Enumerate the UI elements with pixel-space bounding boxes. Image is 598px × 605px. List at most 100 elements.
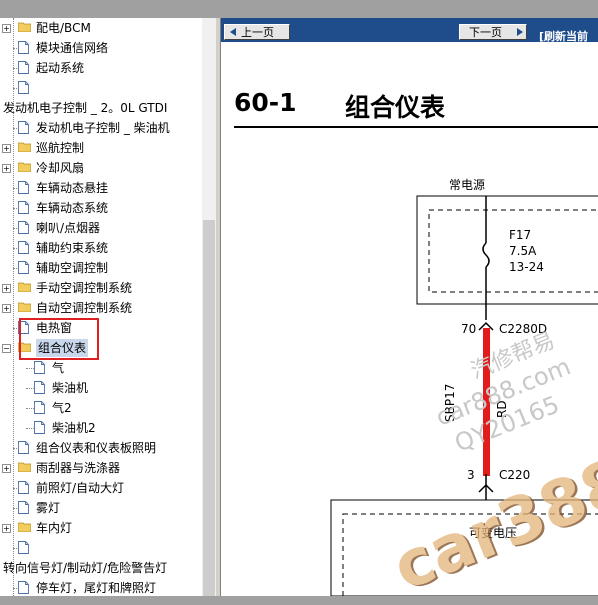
tree-item[interactable]: 起动系统 (0, 59, 202, 77)
document-icon (18, 181, 29, 194)
tree-branch-line (26, 368, 34, 369)
document-icon (34, 401, 45, 414)
document-icon (34, 421, 45, 434)
tree-item[interactable] (0, 79, 202, 97)
tree-item-label: 柴油机2 (52, 421, 96, 435)
expand-plus-icon[interactable]: + (2, 144, 11, 153)
document-icon (18, 581, 29, 594)
document-icon (34, 381, 45, 394)
tree-branch-line (26, 388, 34, 389)
fuse-id-label: F17 (509, 228, 532, 242)
tree-branch-line (26, 408, 34, 409)
tree-item-label: 前照灯/自动大灯 (36, 481, 125, 495)
tree-item-label: 手动空调控制系统 (36, 281, 133, 295)
tree-item[interactable]: 柴油机 (0, 379, 202, 397)
folder-icon (18, 22, 31, 32)
tree-item[interactable]: 前照灯/自动大灯 (0, 479, 202, 497)
tree-item-label: 车辆动态悬挂 (36, 181, 109, 195)
tree-item-label: 雾灯 (36, 501, 61, 515)
document-icon (18, 441, 29, 454)
folder-icon (18, 162, 31, 172)
tree-item[interactable]: + 冷却风扇 (0, 159, 202, 177)
collapse-minus-icon[interactable]: − (2, 344, 11, 353)
fuse-box-outline (416, 195, 598, 305)
document-icon (18, 241, 29, 254)
tree-item-label: 发动机电子控制 _ 柴油机 (36, 121, 170, 135)
tree-item-label: 发动机电子控制 _ 2。0L GTDI (3, 101, 168, 115)
circuit-label: SBP17 (443, 383, 457, 422)
folder-icon (18, 462, 31, 472)
tree-item[interactable]: + 车内灯 (0, 519, 202, 537)
tree-item[interactable]: 气2 (0, 399, 202, 417)
folder-icon (18, 282, 31, 292)
document-icon (18, 261, 29, 274)
window-top-strip (0, 0, 598, 18)
tree-item[interactable]: 组合仪表和仪表板照明 (0, 439, 202, 457)
tree-item-label: 辅助约束系统 (36, 241, 109, 255)
fuse-ref-label: 13-24 (509, 260, 544, 274)
expand-plus-icon[interactable]: + (2, 524, 11, 533)
tree-branch-line (26, 428, 34, 429)
document-icon (18, 41, 29, 54)
tree-item-label: 气2 (52, 401, 72, 415)
tree-item[interactable]: 发动机电子控制 _ 2。0L GTDI (0, 99, 202, 117)
expand-plus-icon[interactable]: + (2, 24, 11, 33)
tree-item[interactable]: + 巡航控制 (0, 139, 202, 157)
tree-item[interactable]: 发动机电子控制 _ 柴油机 (0, 119, 202, 137)
tree-item-label: 辅助空调控制 (36, 261, 109, 275)
fuse-symbol (482, 242, 490, 268)
fuse-rating-label: 7.5A (509, 244, 537, 258)
tree-item-label: 停车灯，尾灯和牌照灯 (36, 581, 157, 595)
tree-item[interactable]: + 配电/BCM (0, 19, 202, 37)
tree-item[interactable]: 车辆动态系统 (0, 199, 202, 217)
tree-item-label: 模块通信网络 (36, 41, 109, 55)
document-icon (18, 201, 29, 214)
connector-bottom-label: C220 (499, 468, 531, 482)
tree-item[interactable]: 喇叭/点烟器 (0, 219, 202, 237)
document-icon (18, 121, 29, 134)
tree-item[interactable]: 模块通信网络 (0, 39, 202, 57)
tree-item[interactable]: 雾灯 (0, 499, 202, 517)
tree-item-label: 车辆动态系统 (36, 201, 109, 215)
document-icon (18, 61, 29, 74)
tree-item-label: 巡航控制 (36, 141, 85, 155)
tree-item[interactable]: 停车灯，尾灯和牌照灯 (0, 579, 202, 596)
tree-item[interactable]: 转向信号灯/制动灯/危险警告灯 (0, 559, 202, 577)
folder-icon (18, 302, 31, 312)
tree-item-label: 气 (52, 361, 65, 375)
connector-top-label: C2280D (499, 322, 548, 336)
tree-item-label: 转向信号灯/制动灯/危险警告灯 (3, 561, 168, 575)
document-icon (18, 541, 29, 554)
document-icon (18, 501, 29, 514)
lower-module-label: 可变电压 (469, 526, 518, 540)
expand-plus-icon[interactable]: + (2, 464, 11, 473)
navigation-tree[interactable]: + 配电/BCM 模块通信网络起动系统发动机电子控制 _ 2。0L GTDI 发动机电… (0, 18, 202, 596)
tree-item-label: 自动空调控制系统 (36, 301, 133, 315)
folder-icon (18, 142, 31, 152)
tree-item[interactable] (0, 539, 202, 557)
expand-plus-icon[interactable]: + (2, 304, 11, 313)
tree-item[interactable]: 柴油机2 (0, 419, 202, 437)
folder-icon (18, 522, 31, 532)
document-icon (34, 361, 45, 374)
tree-item-label: 配电/BCM (36, 21, 91, 35)
power-source-label: 常电源 (449, 178, 486, 192)
tree-item[interactable]: + 手动空调控制系统 (0, 279, 202, 297)
tree-item-label: 冷却风扇 (36, 161, 85, 175)
expand-plus-icon[interactable]: + (2, 164, 11, 173)
tree-item[interactable]: + 自动空调控制系统 (0, 299, 202, 317)
tree-item-label: 喇叭/点烟器 (36, 221, 101, 235)
tree-item[interactable]: 辅助约束系统 (0, 239, 202, 257)
tree-item[interactable]: 气 (0, 359, 202, 377)
tree-item[interactable]: 车辆动态悬挂 (0, 179, 202, 197)
wire-color-label: RD (495, 400, 509, 418)
tree-item-label: 柴油机 (52, 381, 89, 395)
document-icon (18, 481, 29, 494)
tree-item[interactable]: 辅助空调控制 (0, 259, 202, 277)
expand-plus-icon[interactable]: + (2, 284, 11, 293)
tree-item[interactable]: + 雨刮器与洗涤器 (0, 459, 202, 477)
tree-item-label: 车内灯 (36, 521, 73, 535)
tree-item-label: 雨刮器与洗涤器 (36, 461, 121, 475)
wire-sbp17 (483, 328, 490, 476)
tree-scrollbar-thumb[interactable] (203, 220, 215, 596)
